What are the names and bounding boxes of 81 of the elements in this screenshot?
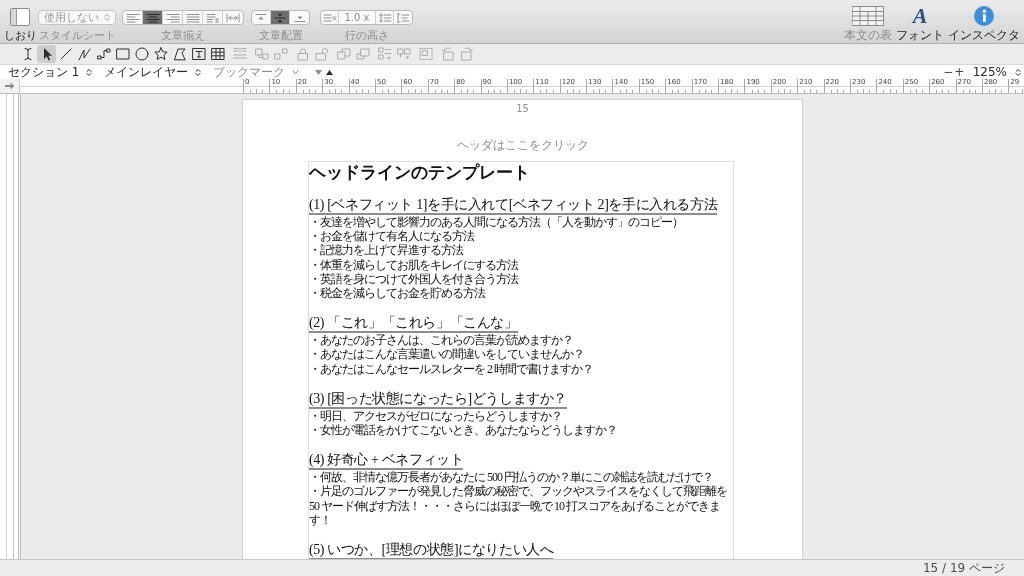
font-button[interactable]: A フォント	[896, 6, 944, 42]
rotate-right-icon	[458, 46, 475, 62]
text-box-icon	[190, 46, 207, 62]
layer-popup-button[interactable]: メインレイヤー	[104, 65, 202, 79]
sidebar-panel-icon	[10, 8, 30, 26]
stacked-squares-icon	[376, 46, 393, 62]
bullet-item: ・英語を身につけて外国人を付き合う方法	[309, 271, 520, 286]
updown-chevron-icon	[104, 13, 110, 22]
bullet-item: ・あなたのお子さんは、これらの言葉が読めますか？	[309, 333, 574, 348]
info-icon	[974, 6, 994, 26]
line-spacing-icon	[377, 12, 392, 23]
header-placeholder[interactable]: ヘッダはここをクリック	[456, 138, 589, 152]
arrow-right-icon	[4, 82, 15, 90]
bullet-item: ・片足のゴルファーが発見した脅威の秘密で、フックやスライスをなくして飛距離を 50 ヤード伸ばす方法！・・・さらにはほぼ一晩で 10 打スコアをあげることができます！	[309, 484, 728, 528]
toolbar-label: 文章配置	[258, 29, 303, 42]
align-right-icon	[165, 12, 180, 23]
tool-button[interactable]	[189, 45, 208, 63]
indent-lines-icon	[396, 12, 410, 23]
tool-button[interactable]	[132, 45, 151, 63]
circle-icon	[133, 46, 150, 62]
rotate-left-icon	[439, 46, 456, 62]
page-count: 15 / 19 ページ	[922, 561, 1005, 575]
bullet-item: ・体重を減らしてお肌をキレイにする方法	[309, 257, 520, 272]
zoom-in-button[interactable]: +	[953, 65, 965, 79]
ruler-corner-button[interactable]	[0, 79, 20, 93]
zoom-popup-button[interactable]: 125%	[972, 65, 1021, 79]
bullet-item: ・女性が電話をかけてこないとき、あなたならどうしますか？	[309, 423, 618, 438]
section-heading: (3) [困った状態になったら]どうしますか？	[309, 389, 567, 409]
align-left-icon	[125, 12, 140, 23]
document-title: ヘッドラインのテンプレート	[309, 162, 531, 182]
toolbar-label: 行の高さ	[344, 29, 389, 42]
lines-x-icon	[322, 12, 337, 23]
small-squares-icon	[272, 46, 289, 62]
tool-button[interactable]	[208, 45, 227, 63]
section-heading: (2) 「これ」「これら」「こんな」	[309, 314, 518, 334]
star-icon	[152, 46, 169, 62]
linked-squares-icon	[253, 46, 270, 62]
sidebar-button[interactable]: しおり	[3, 8, 37, 42]
bullet-item: ・記憶力を上げて昇進する方法	[309, 243, 465, 258]
bullet-item: ・税金を減らしてお金を貯める方法	[309, 286, 487, 301]
bullet-item: ・何故、非情な億万長者があなたに 500 円払うのか？単にこの雑誌を読むだけで？	[309, 470, 714, 485]
table-grid-icon	[209, 46, 226, 62]
align-middle-icon	[274, 12, 286, 23]
tool-button[interactable]	[37, 45, 56, 63]
tool-button[interactable]	[113, 45, 132, 63]
toolbar-label: スタイルシート	[38, 29, 116, 42]
updown-chevron-icon	[1015, 67, 1021, 77]
bullet-item: ・お金を儲けて有名人になる方法	[309, 229, 476, 244]
align-center-icon	[145, 12, 160, 23]
fit-width-icon	[226, 12, 240, 23]
align-justify-icon	[185, 12, 200, 23]
tool-button[interactable]	[151, 45, 170, 63]
triangle-up-icon[interactable]	[326, 69, 334, 75]
page-number: 15	[516, 103, 529, 114]
connector-icon	[95, 46, 112, 62]
updown-chevron-icon	[195, 67, 202, 77]
updown-chevron-icon	[86, 67, 93, 77]
zoom-out-button[interactable]: −	[942, 65, 954, 79]
bullet-item: ・あなたはこんな言葉遣いの間違いをしていませんか？	[309, 347, 585, 362]
inspector-button[interactable]: インスペクタ	[948, 6, 1020, 42]
rectangle-icon	[114, 46, 131, 62]
align-objects-icon	[231, 46, 248, 62]
zigzag-line-icon	[76, 46, 93, 62]
bullet-item: ・明日、アクセスがゼロになったらどうしますか？	[309, 408, 563, 424]
section-heading: (1) [ベネフィット 1]を手に入れて[ベネフィット 2]を手に入れる方法	[309, 196, 718, 215]
bullet-item: ・友達を増やして影響力のある人間になる方法（「人を動かす」のコピー）	[309, 215, 684, 230]
dashed-frame-icon	[417, 46, 434, 62]
split-squares-icon	[395, 46, 412, 62]
section-popup-button[interactable]: セクション 1	[8, 65, 93, 79]
grid-icon	[852, 6, 884, 26]
align-top-icon	[255, 12, 267, 23]
overlapping-squares-icon	[335, 46, 352, 62]
toolbar-label: 文章揃え	[161, 29, 205, 42]
tool-button[interactable]	[94, 45, 113, 63]
unlock-icon	[313, 46, 330, 62]
section-heading: (4) 好奇心 + ベネフィット	[309, 451, 464, 471]
chevron-down-icon	[292, 69, 300, 75]
overlapping-squares-icon	[354, 46, 371, 62]
polygon-icon	[171, 46, 188, 62]
lines-icon	[205, 12, 220, 23]
bullet-item: ・あなたはこんなセールスレターを 2 時間で書けますか？	[309, 361, 594, 376]
